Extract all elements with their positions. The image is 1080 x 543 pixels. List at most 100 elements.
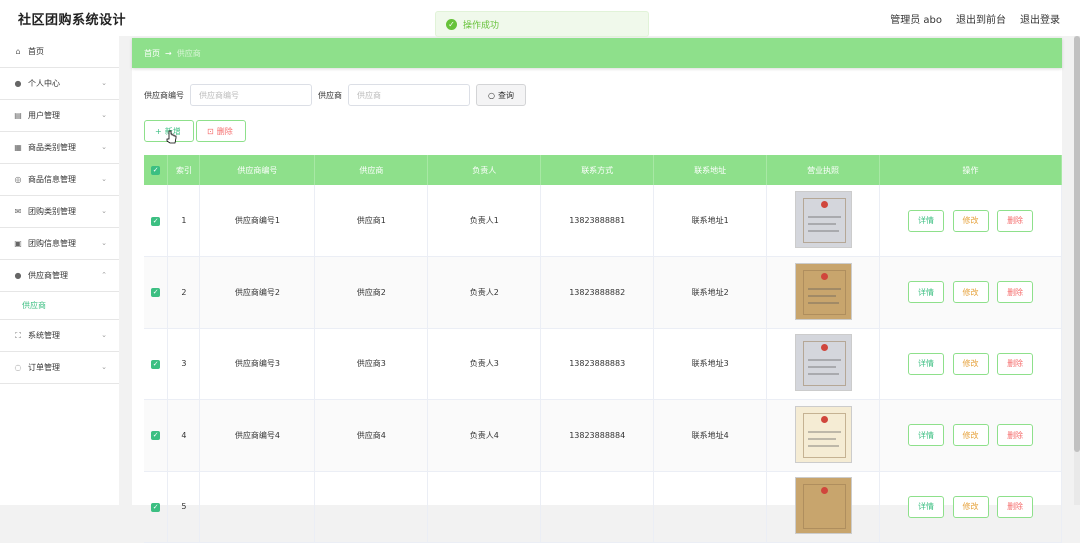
chevron-down-icon: ⌄ [101,111,107,119]
cell-phone: 13823888881 [540,185,655,257]
col-owner[interactable]: 负责人 [427,155,542,185]
cell-license [766,471,881,543]
batch-delete-button[interactable]: ⊡ 删除 [196,120,246,142]
supplier-code-input[interactable] [190,84,312,106]
row-select-cell: ✓ [144,185,169,257]
sidebar-item-system[interactable]: ⛶ 系统管理 ⌄ [0,320,119,352]
detail-button[interactable]: 详情 [907,281,944,304]
admin-user-label[interactable]: 管理员 abo [890,11,942,26]
license-image[interactable] [794,191,852,248]
delete-button[interactable]: 删除 [997,281,1034,304]
row-select-cell: ✓ [144,256,169,329]
trash-icon: ⊡ [207,126,214,136]
system-icon: ⛶ [15,330,21,340]
cell-name: 供应商1 [314,185,429,257]
sidebar-item-label: 团购信息管理 [28,239,76,248]
page-scrollbar-thumb[interactable] [1074,36,1080,452]
table-header-row: ✓ 索引 供应商编号 供应商 负责人 联系方式 联系地址 营业执照 操作 [144,155,1062,185]
row-select-cell: ✓ [144,328,169,400]
sidebar-item-goods-category[interactable]: ▦ 商品类别管理 ⌄ [0,132,119,164]
sidebar-item-group-info[interactable]: ▣ 团购信息管理 ⌄ [0,228,119,260]
chevron-down-icon: ⌄ [101,331,107,339]
delete-button[interactable]: 删除 [997,209,1034,232]
search-button[interactable]: ○ 查询 [476,84,526,106]
detail-button[interactable]: 详情 [907,424,944,447]
col-phone[interactable]: 联系方式 [540,155,655,185]
breadcrumb-home[interactable]: 首页 [144,48,160,59]
edit-button[interactable]: 修改 [952,281,989,304]
cell-operations: 详情 修改 删除 [879,471,1062,543]
sidebar-subitem-supplier[interactable]: 供应商 [0,292,119,320]
row-checkbox[interactable]: ✓ [151,359,161,369]
app-title: 社区团购系统设计 [18,13,127,28]
row-checkbox[interactable]: ✓ [151,502,161,512]
select-all-checkbox[interactable]: ✓ [151,166,161,175]
cell-index: 2 [167,256,201,329]
chevron-down-icon: ⌄ [101,79,107,87]
row-checkbox[interactable]: ✓ [151,431,161,441]
cell-license [766,185,881,257]
cell-index: 1 [167,185,201,257]
cell-name: 供应商4 [314,399,429,472]
sidebar-item-supplier[interactable]: ● 供应商管理 ⌃ [0,260,119,292]
mail-icon: ✉ [14,207,22,216]
cell-phone: 13823888883 [540,328,655,400]
edit-button[interactable]: 修改 [952,424,989,447]
cell-address: 联系地址1 [653,185,768,257]
edit-button[interactable]: 修改 [952,495,989,518]
cell-address: 联系地址4 [653,399,768,472]
detail-button[interactable]: 详情 [907,495,944,518]
sidebar-item-label: 团购类别管理 [28,207,76,216]
detail-button[interactable]: 详情 [907,352,944,375]
delete-button[interactable]: 删除 [997,424,1034,447]
edit-button[interactable]: 修改 [952,209,989,232]
breadcrumb-current: 供应商 [176,48,201,58]
cell-code: 供应商编号2 [199,256,316,329]
sidebar-item-group-category[interactable]: ✉ 团购类别管理 ⌄ [0,196,119,228]
license-image[interactable] [794,477,852,535]
license-image[interactable] [794,405,852,463]
cell-code: 供应商编号4 [199,399,316,472]
cell-owner: 负责人3 [427,328,542,400]
col-address[interactable]: 联系地址 [653,155,768,185]
sidebar-item-orders[interactable]: ◌ 订单管理 ⌄ [0,352,119,384]
delete-button[interactable]: 删除 [997,495,1034,518]
cell-operations: 详情 修改 删除 [879,328,1062,400]
sidebar-item-label: 订单管理 [28,363,60,372]
breadcrumb: 首页 → 供应商 [132,38,1062,68]
header-actions: 管理员 abo 退出到前台 退出登录 [890,11,1060,26]
logout-link[interactable]: 退出登录 [1020,11,1060,26]
search-button-label: 查询 [497,90,514,100]
col-code[interactable]: 供应商编号 [199,155,316,185]
delete-button[interactable]: 删除 [997,352,1034,375]
license-image[interactable] [794,262,852,320]
col-name[interactable]: 供应商 [314,155,429,185]
edit-button[interactable]: 修改 [952,352,989,375]
cell-index: 3 [167,328,201,400]
cell-license [766,256,881,329]
row-checkbox[interactable]: ✓ [151,288,161,298]
sidebar-item-label: 个人中心 [28,79,60,88]
sidebar-item-home[interactable]: ⌂ 首页 [0,36,119,68]
detail-button[interactable]: 详情 [907,209,944,232]
cell-address [653,471,768,543]
license-image[interactable] [794,334,852,392]
cell-name: 供应商3 [314,328,429,400]
check-icon: ✓ [446,18,457,30]
row-checkbox[interactable]: ✓ [151,216,161,226]
back-to-front-link[interactable]: 退出到前台 [956,11,1006,26]
cell-operations: 详情 修改 删除 [879,185,1062,257]
cell-license [766,399,881,472]
plus-icon: + [155,126,162,136]
cell-index: 5 [167,471,201,543]
sidebar-item-goods-info[interactable]: ◎ 商品信息管理 ⌄ [0,164,119,196]
sidebar-item-users[interactable]: ▤ 用户管理 ⌄ [0,100,119,132]
arrow-right-icon: → [165,48,172,58]
supplier-name-input[interactable] [348,84,470,106]
chevron-down-icon: ⌄ [101,239,107,247]
row-select-cell: ✓ [144,471,169,543]
select-all-cell: ✓ [144,155,169,185]
chevron-up-icon: ⌃ [101,271,107,279]
sidebar-item-profile[interactable]: ● 个人中心 ⌄ [0,68,119,100]
sidebar-item-label: 用户管理 [28,111,60,120]
